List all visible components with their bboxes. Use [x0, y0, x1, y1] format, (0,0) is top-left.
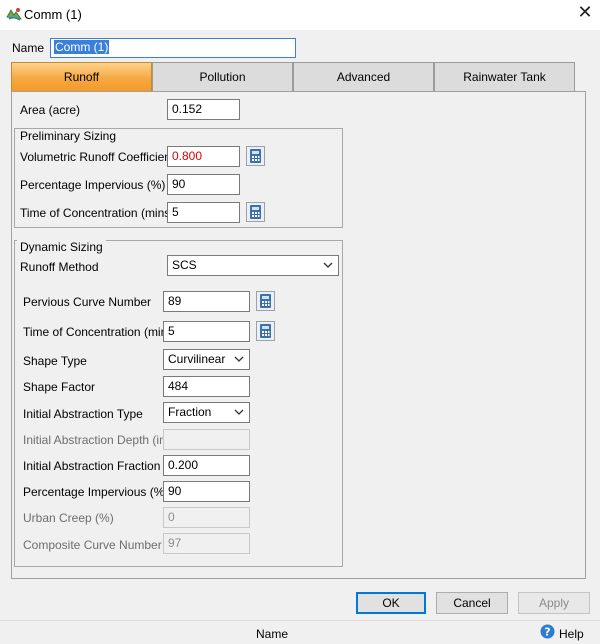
area-label: Area (acre): [20, 103, 81, 117]
name-label: Name: [12, 41, 45, 55]
percent-impervious-input[interactable]: 90: [167, 174, 240, 195]
initial-abstraction-type-select[interactable]: Fraction: [163, 402, 250, 423]
area-input[interactable]: 0.152: [167, 99, 240, 120]
close-icon[interactable]: ✕: [574, 2, 596, 24]
calculator-icon[interactable]: [246, 146, 265, 166]
calculator-icon[interactable]: [256, 321, 275, 341]
initial-abstraction-depth-input: [163, 429, 250, 450]
runoff-method-value: SCS: [172, 258, 197, 272]
dynamic-percent-impervious-input[interactable]: 90: [163, 481, 250, 502]
shape-factor-input[interactable]: 484: [163, 376, 250, 397]
initial-abstraction-depth-label: Initial Abstraction Depth (in): [23, 433, 170, 447]
tab-pollution[interactable]: Pollution: [152, 62, 293, 91]
dynamic-time-of-concentration-label: Time of Concentration (mins): [23, 325, 178, 339]
shape-type-value: Curvilinear: [168, 352, 226, 366]
calculator-icon[interactable]: [256, 291, 275, 311]
help-link[interactable]: Help: [559, 627, 584, 641]
dynamic-sizing-legend: Dynamic Sizing: [17, 240, 106, 254]
runoff-coefficient-label: Volumetric Runoff Coefficient: [20, 150, 175, 164]
preliminary-sizing-legend: Preliminary Sizing: [17, 129, 120, 143]
initial-abstraction-type-label: Initial Abstraction Type: [23, 407, 143, 421]
tab-advanced[interactable]: Advanced: [293, 62, 434, 91]
initial-abstraction-type-value: Fraction: [168, 405, 212, 419]
shape-type-label: Shape Type: [23, 354, 87, 368]
chevron-down-icon: [234, 409, 244, 415]
name-input-value: Comm (1): [54, 40, 110, 54]
percent-impervious-label: Percentage Impervious (%): [20, 178, 166, 192]
urban-creep-label: Urban Creep (%): [23, 511, 114, 525]
time-of-concentration-input[interactable]: 5: [167, 202, 240, 223]
window-title: Comm (1): [24, 7, 82, 22]
shape-type-select[interactable]: Curvilinear: [163, 349, 250, 370]
chevron-down-icon: [323, 262, 333, 268]
composite-curve-number-label: Composite Curve Number: [23, 538, 162, 552]
urban-creep-input: 0: [163, 507, 250, 528]
initial-abstraction-fraction-input[interactable]: 0.200: [163, 455, 250, 476]
pervious-curve-number-label: Pervious Curve Number: [23, 295, 152, 309]
chevron-down-icon: [234, 356, 244, 362]
composite-curve-number-input: 97: [163, 533, 250, 554]
dynamic-percent-impervious-label: Percentage Impervious (%): [23, 485, 169, 499]
runoff-coefficient-input[interactable]: 0.800: [167, 146, 240, 167]
time-of-concentration-label: Time of Concentration (mins): [20, 206, 175, 220]
runoff-method-select[interactable]: SCS: [167, 255, 339, 276]
tab-rainwater-tank[interactable]: Rainwater Tank: [434, 62, 575, 91]
ok-button[interactable]: OK: [356, 592, 426, 614]
status-field-name: Name: [256, 627, 289, 641]
status-divider: [0, 620, 600, 621]
dynamic-time-of-concentration-input[interactable]: 5: [163, 321, 250, 342]
initial-abstraction-fraction-label: Initial Abstraction Fraction: [23, 459, 161, 473]
cancel-button[interactable]: Cancel: [436, 592, 508, 614]
runoff-method-label: Runoff Method: [20, 260, 99, 274]
title-bar: [0, 0, 600, 30]
apply-button[interactable]: Apply: [518, 592, 590, 614]
tab-runoff[interactable]: Runoff: [11, 62, 152, 91]
name-input[interactable]: Comm (1): [50, 38, 296, 58]
calculator-icon[interactable]: [246, 202, 265, 222]
shape-factor-label: Shape Factor: [23, 380, 96, 394]
pervious-curve-number-input[interactable]: 89: [163, 291, 250, 312]
help-icon[interactable]: ?: [540, 624, 555, 639]
svg-text:?: ?: [544, 626, 550, 639]
subcatchment-icon: [6, 8, 22, 21]
